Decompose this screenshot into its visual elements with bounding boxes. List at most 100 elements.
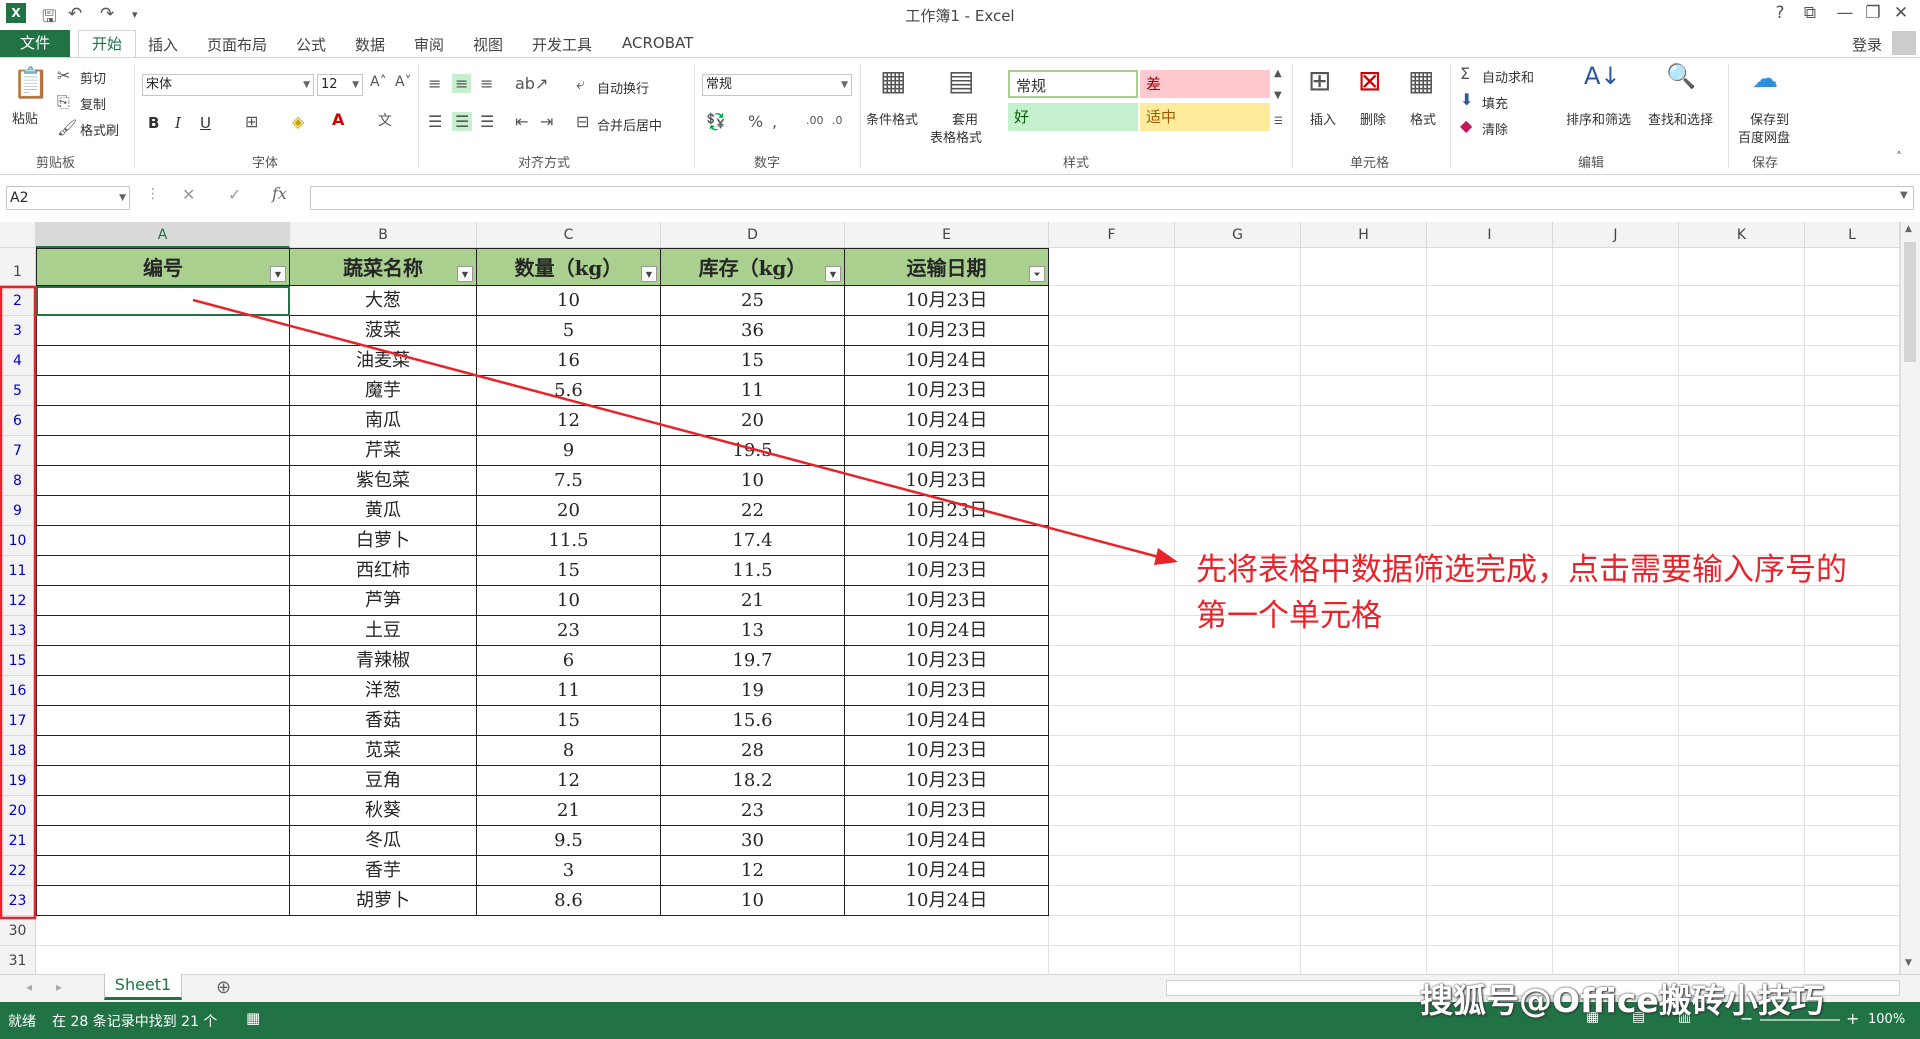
increase-indent-icon[interactable]: ⇥ bbox=[540, 112, 553, 131]
table-cell-stock[interactable]: 19.7 bbox=[661, 646, 845, 676]
column-header-b[interactable]: B bbox=[290, 222, 477, 248]
autosum-icon[interactable]: Σ bbox=[1460, 64, 1470, 83]
table-cell-qty[interactable]: 12 bbox=[477, 766, 661, 796]
clear-button[interactable]: 清除 bbox=[1482, 119, 1508, 138]
table-cell-id[interactable] bbox=[36, 796, 290, 826]
login-link[interactable]: 登录 bbox=[1852, 34, 1882, 55]
table-cell-name[interactable]: 胡萝卜 bbox=[290, 886, 477, 916]
table-cell-date[interactable]: 10月23日 bbox=[845, 436, 1049, 466]
table-cell-name[interactable]: 青辣椒 bbox=[290, 646, 477, 676]
row-header[interactable]: 18 bbox=[0, 736, 36, 766]
column-header-d[interactable]: D bbox=[661, 222, 845, 248]
row-header[interactable]: 3 bbox=[0, 316, 36, 346]
table-cell-stock[interactable]: 17.4 bbox=[661, 526, 845, 556]
column-header-f[interactable]: F bbox=[1049, 222, 1175, 248]
table-cell-date[interactable]: 10月23日 bbox=[845, 376, 1049, 406]
table-cell-qty[interactable]: 15 bbox=[477, 706, 661, 736]
tab-developer[interactable]: 开发工具 bbox=[532, 34, 592, 55]
table-cell-name[interactable]: 香芋 bbox=[290, 856, 477, 886]
table-cell-stock[interactable]: 28 bbox=[661, 736, 845, 766]
row-header[interactable]: 16 bbox=[0, 676, 36, 706]
table-cell-name[interactable]: 紫包菜 bbox=[290, 466, 477, 496]
find-select-icon[interactable]: 🔍 bbox=[1666, 62, 1696, 90]
style-normal[interactable]: 常规 bbox=[1008, 70, 1138, 98]
wrap-text-button[interactable]: 自动换行 bbox=[597, 78, 649, 97]
table-format-button-line1[interactable]: 套用 bbox=[952, 109, 978, 128]
align-right-icon[interactable]: ☰ bbox=[480, 112, 494, 131]
vertical-scroll-thumb[interactable] bbox=[1904, 242, 1916, 362]
table-cell-date[interactable]: 10月24日 bbox=[845, 346, 1049, 376]
table-cell-date[interactable]: 10月24日 bbox=[845, 616, 1049, 646]
name-box[interactable]: A2 ▼ bbox=[6, 186, 130, 210]
row-header[interactable]: 31 bbox=[0, 946, 36, 974]
tab-formulas[interactable]: 公式 bbox=[296, 34, 326, 55]
table-cell-id[interactable] bbox=[36, 556, 290, 586]
styles-scroll-down-icon[interactable]: ▼ bbox=[1274, 90, 1282, 101]
help-button[interactable]: ? bbox=[1765, 3, 1795, 23]
table-cell-id[interactable] bbox=[36, 766, 290, 796]
row-header[interactable]: 7 bbox=[0, 436, 36, 466]
column-header-i[interactable]: I bbox=[1427, 222, 1553, 248]
copy-icon[interactable]: ⎘ bbox=[57, 92, 70, 112]
expand-formula-icon[interactable]: ▼ bbox=[1900, 190, 1908, 201]
column-header-a[interactable]: A bbox=[36, 222, 290, 248]
sort-filter-icon[interactable]: A↓ bbox=[1584, 62, 1621, 90]
sheet-tab-sheet1[interactable]: Sheet1 bbox=[104, 974, 182, 1000]
cut-button[interactable]: 剪切 bbox=[80, 68, 106, 87]
table-cell-name[interactable]: 苋菜 bbox=[290, 736, 477, 766]
font-size-combo[interactable]: 12 ▼ bbox=[317, 74, 363, 96]
scroll-down-icon[interactable]: ▼ bbox=[1905, 958, 1912, 968]
autosum-button[interactable]: 自动求和 bbox=[1482, 67, 1534, 86]
column-header-j[interactable]: J bbox=[1553, 222, 1679, 248]
table-cell-name[interactable]: 芹菜 bbox=[290, 436, 477, 466]
table-cell-stock[interactable]: 10 bbox=[661, 466, 845, 496]
close-button[interactable]: ✕ bbox=[1886, 3, 1916, 23]
fill-color-icon[interactable]: ◈ bbox=[292, 112, 304, 131]
row-header[interactable]: 11 bbox=[0, 556, 36, 586]
table-cell-date[interactable]: 10月24日 bbox=[845, 886, 1049, 916]
format-cells-icon[interactable]: ▦ bbox=[1408, 64, 1434, 97]
table-cell-qty[interactable]: 21 bbox=[477, 796, 661, 826]
scroll-up-icon[interactable]: ▲ bbox=[1905, 224, 1912, 234]
table-cell-date[interactable]: 10月23日 bbox=[845, 646, 1049, 676]
table-cell-name[interactable]: 魔芋 bbox=[290, 376, 477, 406]
column-header-h[interactable]: H bbox=[1301, 222, 1427, 248]
insert-cells-button[interactable]: 插入 bbox=[1310, 109, 1336, 128]
row-header[interactable]: 2 bbox=[0, 286, 36, 316]
table-format-button-line2[interactable]: 表格格式 bbox=[930, 127, 982, 146]
decrease-font-icon[interactable]: A˅ bbox=[395, 74, 412, 90]
column-header-c[interactable]: C bbox=[477, 222, 661, 248]
cut-icon[interactable]: ✂ bbox=[57, 66, 70, 85]
table-cell-qty[interactable]: 9.5 bbox=[477, 826, 661, 856]
table-cell-stock[interactable]: 20 bbox=[661, 406, 845, 436]
tab-view[interactable]: 视图 bbox=[473, 34, 503, 55]
table-cell-date[interactable]: 10月23日 bbox=[845, 796, 1049, 826]
table-cell-stock[interactable]: 11 bbox=[661, 376, 845, 406]
table-cell-id[interactable] bbox=[36, 886, 290, 916]
tab-page-layout[interactable]: 页面布局 bbox=[207, 34, 267, 55]
tab-acrobat[interactable]: ACROBAT bbox=[622, 34, 693, 52]
orientation-icon[interactable]: ab↗ bbox=[515, 74, 548, 93]
table-cell-name[interactable]: 白萝卜 bbox=[290, 526, 477, 556]
conditional-format-button[interactable]: 条件格式 bbox=[866, 109, 918, 128]
save-cloud-button-line1[interactable]: 保存到 bbox=[1750, 109, 1789, 128]
insert-function-icon[interactable]: fx bbox=[272, 184, 287, 203]
table-cell-date[interactable]: 10月24日 bbox=[845, 526, 1049, 556]
wrap-text-icon[interactable]: ⤶ bbox=[576, 74, 585, 94]
table-format-icon[interactable]: ▤ bbox=[948, 64, 974, 97]
table-cell-name[interactable]: 豆角 bbox=[290, 766, 477, 796]
select-all-corner[interactable] bbox=[0, 222, 36, 248]
minimize-button[interactable]: — bbox=[1830, 3, 1860, 23]
increase-font-icon[interactable]: A˄ bbox=[370, 74, 387, 90]
table-cell-qty[interactable]: 11.5 bbox=[477, 526, 661, 556]
row-header[interactable]: 21 bbox=[0, 826, 36, 856]
table-cell-stock[interactable]: 23 bbox=[661, 796, 845, 826]
table-cell-name[interactable]: 秋葵 bbox=[290, 796, 477, 826]
tab-data[interactable]: 数据 bbox=[355, 34, 385, 55]
table-cell-date[interactable]: 10月24日 bbox=[845, 706, 1049, 736]
find-select-button[interactable]: 查找和选择 bbox=[1648, 109, 1713, 128]
table-cell-qty[interactable]: 20 bbox=[477, 496, 661, 526]
confirm-entry-icon[interactable]: ✓ bbox=[228, 185, 241, 204]
filter-dropdown-icon[interactable]: ▼ bbox=[270, 266, 286, 282]
table-cell-name[interactable]: 黄瓜 bbox=[290, 496, 477, 526]
